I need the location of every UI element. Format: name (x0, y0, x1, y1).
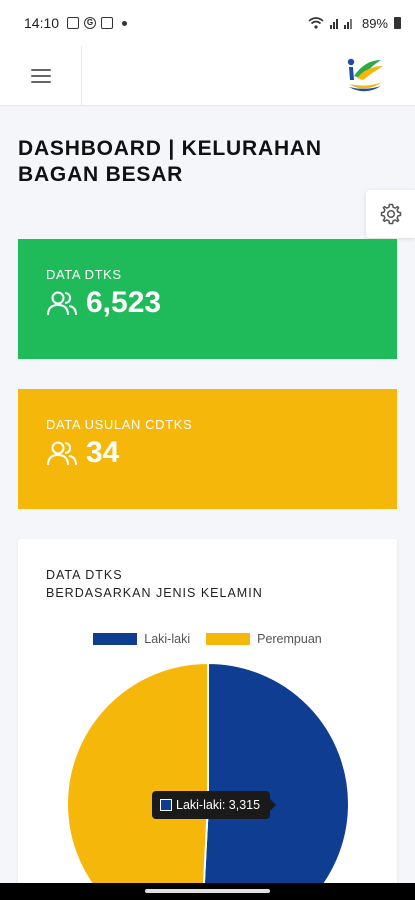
legend-item-perempuan[interactable]: Perempuan (206, 632, 322, 646)
google-icon: G (84, 17, 97, 29)
legend-label: Perempuan (257, 632, 322, 646)
more-notifications-dot-icon (122, 20, 128, 26)
gender-chart-card: DATA DTKS BERDASARKAN JENIS KELAMIN Laki… (18, 539, 397, 900)
chart-title: DATA DTKS BERDASARKAN JENIS KELAMIN (46, 566, 263, 602)
status-time: 14:10 (24, 15, 60, 31)
notification-icons: G (67, 17, 128, 29)
legend-label: Laki-laki (144, 632, 191, 646)
tooltip-text: Laki-laki: 3,315 (176, 798, 261, 812)
signal-icon (329, 19, 352, 29)
legend-item-laki-laki[interactable]: Laki-laki (93, 632, 190, 646)
kemensos-logo[interactable] (345, 54, 385, 94)
tooltip-swatch (160, 799, 172, 811)
status-right: 89% (308, 16, 401, 31)
usulan-card-label: DATA USULAN CDTKS (46, 417, 193, 432)
gear-icon (380, 203, 401, 225)
app-bar (0, 46, 415, 106)
hamburger-icon (30, 69, 51, 83)
pie-slice-perempuan[interactable] (66, 661, 209, 900)
page-title: DASHBOARD | KELURAHAN BAGAN BESAR (18, 137, 322, 186)
chart-tooltip: Laki-laki: 3,315 (152, 791, 277, 819)
chart-legend: Laki-laki Perempuan (18, 632, 397, 646)
home-gesture-handle[interactable] (145, 889, 270, 893)
dtks-card[interactable]: DATA DTKS 6,523 (18, 239, 397, 359)
battery-icon (394, 17, 401, 29)
legend-swatch (93, 633, 138, 645)
dtks-count: 6,523 (86, 286, 162, 319)
users-icon (47, 441, 77, 466)
users-icon (47, 291, 77, 316)
settings-button[interactable] (366, 190, 415, 238)
dtks-card-label: DATA DTKS (46, 267, 122, 282)
status-bar: 14:10 G 89% (0, 0, 415, 46)
chart-title-line-2: BERDASARKAN JENIS KELAMIN (46, 586, 263, 600)
pie-slice-laki-laki[interactable] (201, 661, 350, 900)
image-icon (67, 17, 80, 29)
instagram-icon (101, 17, 114, 29)
usulan-count: 34 (86, 436, 120, 469)
wifi-icon (308, 17, 324, 29)
legend-swatch (206, 633, 251, 645)
system-nav-bar (0, 883, 415, 900)
usulan-cdtks-card[interactable]: DATA USULAN CDTKS 34 (18, 389, 397, 509)
battery-percent: 89% (361, 15, 388, 31)
chart-title-line-1: DATA DTKS (46, 568, 123, 582)
menu-button[interactable] (0, 46, 82, 106)
